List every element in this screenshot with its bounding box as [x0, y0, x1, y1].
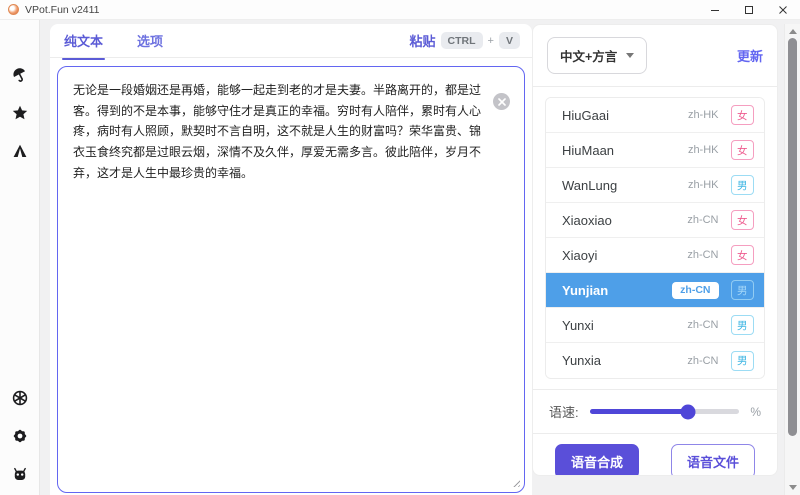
- gender-badge: 男: [731, 315, 755, 335]
- mountain-icon[interactable]: [11, 142, 29, 160]
- language-dropdown-value: 中文+方言: [560, 46, 617, 65]
- slider-thumb[interactable]: [681, 404, 696, 419]
- text-input[interactable]: [57, 66, 525, 493]
- divider: [533, 86, 777, 87]
- gender-badge: 男: [731, 351, 755, 371]
- scrollbar-thumb[interactable]: [788, 38, 797, 436]
- voice-locale-badge: zh-CN: [687, 319, 718, 331]
- tab-bar: 纯文本 选项 粘贴 CTRL + V: [50, 24, 532, 58]
- voice-locale-badge: zh-CN: [687, 355, 718, 367]
- audio-file-button[interactable]: 语音文件: [671, 444, 755, 476]
- voice-list-item[interactable]: Yunxia zh-CN 男: [546, 343, 764, 378]
- app-logo-icon: [8, 4, 19, 15]
- voice-name: Yunjian: [562, 283, 672, 298]
- gender-badge: 女: [731, 140, 755, 160]
- umbrella-icon[interactable]: [11, 66, 29, 84]
- minimize-button[interactable]: [698, 0, 732, 20]
- window-title: VPot.Fun v2411: [25, 4, 100, 16]
- close-button[interactable]: [766, 0, 800, 20]
- tab-plain-text[interactable]: 纯文本: [62, 22, 105, 59]
- update-link[interactable]: 更新: [737, 46, 763, 65]
- voice-list-item[interactable]: HiuGaai zh-HK 女: [546, 98, 764, 133]
- voice-name: WanLung: [562, 178, 688, 193]
- scroll-down-icon[interactable]: [789, 485, 797, 490]
- voice-list-item[interactable]: Xiaoxiao zh-CN 女: [546, 203, 764, 238]
- main-panel: 纯文本 选项 粘贴 CTRL + V: [50, 24, 532, 495]
- gender-badge: 男: [731, 280, 755, 300]
- ctrl-key-badge: CTRL: [441, 32, 483, 49]
- voice-name: Yunxi: [562, 318, 687, 333]
- voice-locale-badge: zh-CN: [687, 214, 718, 226]
- v-key-badge: V: [499, 32, 520, 49]
- voice-name: HiuMaan: [562, 143, 688, 158]
- gender-badge: 女: [731, 245, 755, 265]
- voice-name: HiuGaai: [562, 108, 688, 123]
- maximize-button[interactable]: [732, 0, 766, 20]
- voice-locale-badge: zh-HK: [688, 144, 719, 156]
- speed-label: 语速:: [549, 402, 579, 421]
- speed-slider[interactable]: [590, 405, 740, 419]
- scroll-up-icon[interactable]: [789, 29, 797, 34]
- voice-list: HiuGaai zh-HK 女 HiuMaan zh-HK 女 WanLung …: [545, 97, 765, 379]
- tab-options[interactable]: 选项: [135, 22, 165, 59]
- speed-unit: %: [750, 405, 761, 419]
- chevron-down-icon: [626, 53, 634, 58]
- robot-icon[interactable]: [11, 465, 29, 483]
- plus-sign: +: [488, 35, 494, 47]
- voice-name: Xiaoxiao: [562, 213, 687, 228]
- voice-list-item[interactable]: Yunjian zh-CN 男: [546, 273, 764, 308]
- titlebar: VPot.Fun v2411: [0, 0, 800, 20]
- paste-label[interactable]: 粘贴: [410, 31, 436, 50]
- settings-gear-icon[interactable]: [11, 427, 29, 445]
- aperture-icon[interactable]: [11, 389, 29, 407]
- speed-control: 语速: %: [533, 390, 777, 433]
- language-dropdown[interactable]: 中文+方言: [547, 37, 647, 74]
- sidebar: [0, 20, 40, 495]
- voice-list-item[interactable]: Xiaoyi zh-CN 女: [546, 238, 764, 273]
- voice-name: Xiaoyi: [562, 248, 687, 263]
- voice-locale-badge: zh-CN: [672, 282, 718, 299]
- slider-fill: [590, 409, 689, 414]
- synthesize-button[interactable]: 语音合成: [555, 444, 639, 476]
- voice-panel: 中文+方言 更新 HiuGaai zh-HK 女 HiuMaan zh-HK 女…: [532, 24, 778, 476]
- voice-locale-badge: zh-HK: [688, 109, 719, 121]
- action-buttons: 语音合成 语音文件: [533, 434, 777, 476]
- voice-panel-header: 中文+方言 更新: [533, 25, 777, 86]
- window-controls: [698, 0, 800, 20]
- voice-list-item[interactable]: HiuMaan zh-HK 女: [546, 133, 764, 168]
- editor-area: [57, 66, 525, 493]
- voice-list-item[interactable]: WanLung zh-HK 男: [546, 168, 764, 203]
- voice-list-item[interactable]: Yunxi zh-CN 男: [546, 308, 764, 343]
- gender-badge: 女: [731, 105, 755, 125]
- slider-track[interactable]: [590, 409, 740, 414]
- paste-shortcut[interactable]: 粘贴 CTRL + V: [410, 31, 520, 50]
- gender-badge: 女: [731, 210, 755, 230]
- gender-badge: 男: [731, 175, 755, 195]
- voice-locale-badge: zh-CN: [687, 249, 718, 261]
- voice-name: Yunxia: [562, 353, 687, 368]
- clear-text-button[interactable]: [493, 93, 510, 110]
- voice-locale-badge: zh-HK: [688, 179, 719, 191]
- star-icon[interactable]: [11, 104, 29, 122]
- window-scrollbar[interactable]: [784, 24, 800, 495]
